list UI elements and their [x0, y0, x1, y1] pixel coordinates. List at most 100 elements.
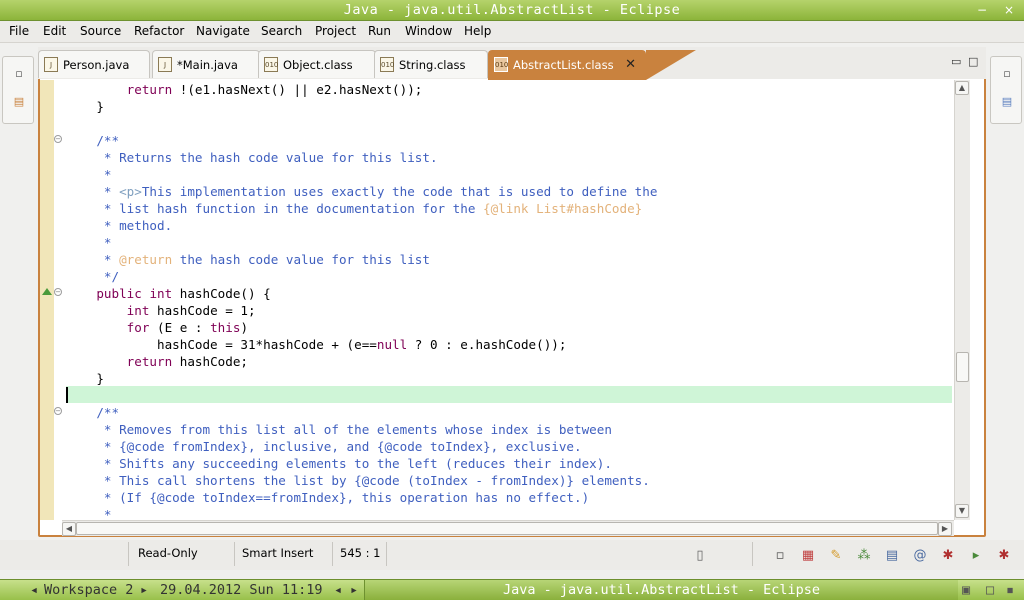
status-readonly: Read-Only	[138, 546, 198, 560]
maximize-editor-icon[interactable]: □	[968, 55, 978, 68]
code-line[interactable]: hashCode = 31*hashCode + (e==null ? 0 : …	[66, 336, 952, 353]
status-separator	[332, 542, 333, 566]
menu-source[interactable]: Source	[80, 24, 121, 38]
code-line[interactable]: *	[66, 234, 952, 251]
fold-toggle-icon[interactable]: −	[54, 288, 62, 296]
code-line[interactable]: * Shifts any succeeding elements to the …	[66, 455, 952, 472]
java-file-icon: J	[158, 57, 172, 72]
status-separator	[234, 542, 235, 566]
close-icon[interactable]: ▪	[1006, 582, 1014, 598]
java-file-icon: J	[44, 57, 58, 72]
menu-help[interactable]: Help	[464, 24, 491, 38]
code-line[interactable]: * This call shortens the list by {@code …	[66, 472, 952, 489]
class-file-icon: 010	[494, 57, 508, 72]
menu-edit[interactable]: Edit	[43, 24, 66, 38]
menu-window[interactable]: Window	[405, 24, 452, 38]
menu-file[interactable]: File	[9, 24, 29, 38]
tab-object-class[interactable]: 010 Object.class	[258, 50, 376, 78]
status-separator	[386, 542, 387, 566]
code-line[interactable]: * (If {@code toIndex==fromIndex}, this o…	[66, 489, 952, 506]
menu-project[interactable]: Project	[315, 24, 356, 38]
maximize-icon[interactable]: □	[986, 582, 994, 598]
workspace-prev-icon[interactable]: ◂	[30, 582, 38, 598]
code-line[interactable]: * Returns the hash code value for this l…	[66, 149, 952, 166]
left-trim-bar: ▫ ▤	[2, 56, 34, 124]
tasks-icon[interactable]: ✎	[828, 548, 844, 564]
hierarchy-icon[interactable]: ⁂	[856, 548, 872, 564]
code-line[interactable]	[66, 115, 952, 132]
menu-navigate[interactable]: Navigate	[196, 24, 250, 38]
menu-bar: File Edit Source Refactor Navigate Searc…	[0, 21, 1024, 43]
code-editor[interactable]: return !(e1.hasNext() || e2.hasNext()); …	[66, 81, 952, 518]
iconify-icon[interactable]: ▣	[962, 582, 970, 598]
code-line[interactable]: * Removes from this list all of the elem…	[66, 421, 952, 438]
vertical-scroll-thumb[interactable]	[956, 352, 969, 382]
close-tab-icon[interactable]: ✕	[625, 57, 636, 72]
horizontal-scrollbar[interactable]: ◀ ▶	[62, 520, 954, 536]
javadoc-icon[interactable]: ▤	[884, 548, 900, 564]
horizontal-scroll-thumb[interactable]	[76, 522, 938, 535]
vertical-scrollbar[interactable]: ▲ ▼	[954, 80, 970, 520]
tab-main-java[interactable]: J *Main.java	[152, 50, 260, 78]
restore-icon[interactable]: ▫	[12, 67, 26, 81]
code-line[interactable]: * <p>This implementation uses exactly th…	[66, 183, 952, 200]
code-line[interactable]	[66, 387, 952, 404]
restore-icon-right[interactable]: ▫	[1000, 67, 1014, 81]
prev-window-icon[interactable]: ◂	[334, 582, 342, 598]
code-line[interactable]: * method.	[66, 217, 952, 234]
scroll-down-icon[interactable]: ▼	[955, 504, 969, 518]
package-explorer-icon[interactable]: ▤	[12, 95, 26, 109]
tab-label: AbstractList.class	[513, 58, 614, 72]
status-cursor-position: 545 : 1	[340, 546, 381, 560]
code-line[interactable]: /**	[66, 132, 952, 149]
outline-view-icon[interactable]: ▤	[1000, 95, 1014, 109]
code-line[interactable]: * list hash function in the documentatio…	[66, 200, 952, 217]
code-line[interactable]: /**	[66, 404, 952, 421]
close-window-button[interactable]: ×	[1002, 3, 1016, 17]
window-title: Java - java.util.AbstractList - Eclipse	[343, 2, 681, 18]
tab-abstractlist-class[interactable]: 010 AbstractList.class ✕	[488, 50, 646, 80]
new-fastview-icon[interactable]: ▯	[692, 548, 708, 564]
code-line[interactable]: }	[66, 370, 952, 387]
console-icon[interactable]: ▸	[968, 548, 984, 564]
folding-column: − − −	[54, 80, 64, 520]
minimize-editor-icon[interactable]: ▭	[951, 55, 961, 68]
tab-person-java[interactable]: J Person.java	[38, 50, 150, 78]
menu-run[interactable]: Run	[368, 24, 391, 38]
right-trim-bar: ▫ ▤	[990, 56, 1022, 124]
override-marker-icon[interactable]	[42, 288, 52, 295]
workspace-next-icon[interactable]: ▸	[140, 582, 148, 598]
tab-string-class[interactable]: 010 String.class	[374, 50, 488, 78]
scroll-up-icon[interactable]: ▲	[955, 81, 969, 95]
breakpoints-icon[interactable]: ✱	[996, 548, 1012, 564]
problems-icon[interactable]: ▦	[800, 548, 816, 564]
code-line[interactable]: *	[66, 166, 952, 183]
class-file-icon: 010	[380, 57, 394, 72]
tab-label: *Main.java	[177, 58, 238, 72]
code-line[interactable]: return !(e1.hasNext() || e2.hasNext());	[66, 81, 952, 98]
declaration-icon[interactable]: @	[912, 548, 928, 564]
scroll-right-icon[interactable]: ▶	[938, 522, 952, 536]
fold-toggle-icon[interactable]: −	[54, 407, 62, 415]
class-file-icon: 010	[264, 57, 278, 72]
taskbar-window-title[interactable]: Java - java.util.AbstractList - Eclipse	[364, 580, 958, 600]
code-line[interactable]: */	[66, 268, 952, 285]
status-bar: Read-Only Smart Insert 545 : 1 ▯ ▫ ▦ ✎ ⁂…	[0, 540, 1024, 570]
minimize-button[interactable]: −	[975, 3, 989, 17]
code-line[interactable]: * @return the hash code value for this l…	[66, 251, 952, 268]
menu-refactor[interactable]: Refactor	[134, 24, 184, 38]
next-window-icon[interactable]: ▸	[350, 582, 358, 598]
code-line[interactable]: public int hashCode() {	[66, 285, 952, 302]
code-line[interactable]: * {@code fromIndex}, inclusive, and {@co…	[66, 438, 952, 455]
menu-search[interactable]: Search	[261, 24, 302, 38]
code-line[interactable]: for (E e : this)	[66, 319, 952, 336]
restore-icon-bottom[interactable]: ▫	[772, 548, 788, 564]
debug-icon[interactable]: ✱	[940, 548, 956, 564]
workspace-label[interactable]: Workspace 2	[44, 582, 133, 598]
scroll-left-icon[interactable]: ◀	[62, 522, 76, 536]
fold-toggle-icon[interactable]: −	[54, 135, 62, 143]
code-line[interactable]: }	[66, 98, 952, 115]
code-line[interactable]: *	[66, 506, 952, 518]
code-line[interactable]: return hashCode;	[66, 353, 952, 370]
code-line[interactable]: int hashCode = 1;	[66, 302, 952, 319]
